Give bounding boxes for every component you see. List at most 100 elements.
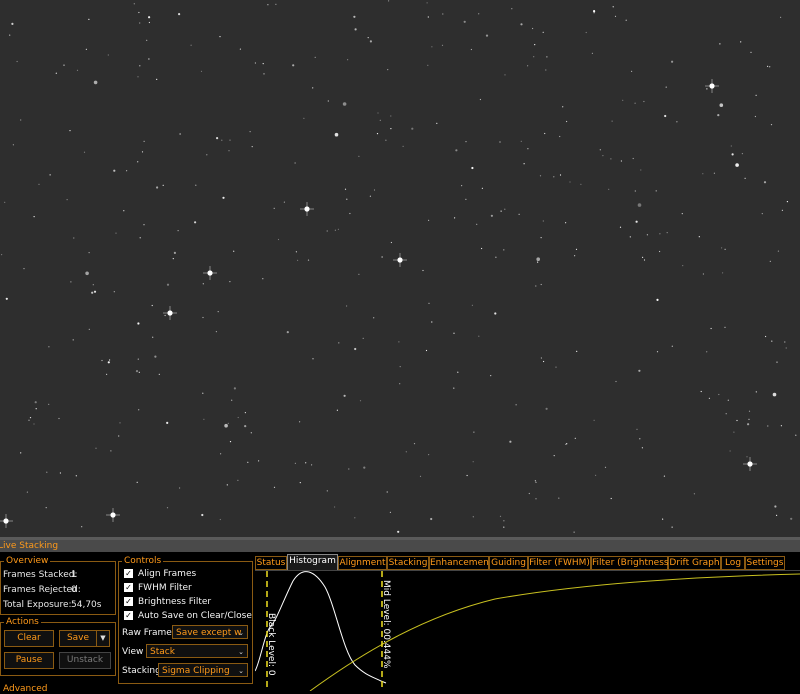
star <box>314 56 316 59</box>
star <box>471 304 473 306</box>
star <box>9 34 11 36</box>
bright-star <box>163 306 177 320</box>
tab-guiding[interactable]: Guiding <box>489 556 528 570</box>
clear-button[interactable]: Clear <box>4 630 54 647</box>
star <box>569 181 571 183</box>
star <box>430 517 433 521</box>
overview-group: Overview Frames Stacked: 1 Frames Reject… <box>0 556 116 615</box>
total-exposure-row: Total Exposure: 54,70s <box>3 600 101 610</box>
star <box>389 511 391 513</box>
tab-enhancement[interactable]: Enhancement <box>429 556 492 570</box>
total-exposure-label: Total Exposure: <box>3 600 72 610</box>
star <box>636 428 638 430</box>
star <box>580 183 582 185</box>
star <box>95 447 97 449</box>
star <box>540 237 542 239</box>
star <box>790 517 793 520</box>
star <box>754 115 757 118</box>
pause-button[interactable]: Pause <box>4 652 54 669</box>
star <box>123 210 125 212</box>
star <box>428 302 430 304</box>
star <box>442 13 444 15</box>
star <box>479 98 481 101</box>
raw-frames-label: Raw Frames <box>122 628 177 638</box>
star <box>436 122 438 124</box>
brightness-filter-checkbox[interactable]: ✓ <box>124 597 133 606</box>
auto-save-checkbox[interactable]: ✓ <box>124 611 133 620</box>
star <box>746 456 748 458</box>
save-dropdown-button[interactable]: ▼ <box>96 630 110 647</box>
star <box>777 250 780 252</box>
star <box>377 112 379 114</box>
star <box>428 454 430 456</box>
star <box>139 22 141 24</box>
star <box>730 145 732 147</box>
tab-settings[interactable]: Settings <box>745 556 785 570</box>
star <box>769 260 771 262</box>
stacked-image-view[interactable] <box>0 0 800 537</box>
star <box>509 440 512 443</box>
tab-stacking[interactable]: Stacking <box>387 556 429 570</box>
star <box>373 189 376 191</box>
star <box>118 435 120 437</box>
star <box>399 383 401 385</box>
star <box>23 268 25 270</box>
black-level-label: Black Level: 0 <box>266 613 276 676</box>
histogram-plot: Black Level: 0 Mid Level: 00.444% <box>255 571 800 691</box>
star <box>16 60 18 63</box>
tab-status[interactable]: Status <box>255 556 287 570</box>
histogram-view[interactable]: Black Level: 0 Mid Level: 00.444% <box>255 570 800 691</box>
star <box>729 450 731 452</box>
star <box>655 190 657 192</box>
tab-filter-fwhm[interactable]: Filter (FWHM) <box>528 556 591 570</box>
star <box>20 119 22 121</box>
tab-log[interactable]: Log <box>721 556 745 570</box>
tab-alignment[interactable]: Alignment <box>338 556 387 570</box>
star <box>546 56 548 58</box>
star <box>772 392 777 397</box>
save-button[interactable]: Save <box>59 630 97 647</box>
raw-frames-select[interactable]: Save except w ⌄ <box>172 625 248 639</box>
star <box>229 441 232 443</box>
star <box>562 106 564 108</box>
star <box>640 169 642 171</box>
star <box>200 70 203 72</box>
star <box>312 87 314 89</box>
star <box>566 443 568 445</box>
star <box>646 234 649 236</box>
star <box>237 479 239 481</box>
stacking-select[interactable]: Sigma Clipping ⌄ <box>158 663 248 677</box>
bright-star <box>0 514 13 528</box>
star <box>503 526 505 528</box>
star <box>755 391 757 393</box>
star <box>663 475 666 477</box>
unstack-button[interactable]: Unstack <box>59 652 111 669</box>
star <box>390 128 392 130</box>
align-frames-checkbox[interactable]: ✓ <box>124 569 133 578</box>
tab-filter-brightness[interactable]: Filter (Brightness) <box>591 556 672 570</box>
star <box>595 474 597 476</box>
view-select[interactable]: Stack ⌄ <box>146 644 248 658</box>
star <box>162 184 164 186</box>
star <box>363 466 366 469</box>
star <box>354 347 357 351</box>
star <box>231 399 233 401</box>
fwhm-filter-checkbox[interactable]: ✓ <box>124 583 133 592</box>
tab-drift-graph[interactable]: Drift Graph <box>668 556 721 570</box>
star <box>602 155 604 157</box>
star <box>785 347 787 349</box>
bright-star <box>106 508 120 522</box>
star <box>747 423 750 426</box>
star <box>681 213 683 215</box>
star <box>576 350 578 352</box>
star <box>740 41 742 43</box>
star <box>574 255 576 257</box>
star <box>347 59 349 61</box>
star <box>136 481 138 483</box>
tab-histogram[interactable]: Histogram <box>287 554 338 570</box>
star <box>776 361 778 363</box>
star <box>172 258 174 260</box>
star <box>70 281 72 283</box>
star <box>553 455 555 457</box>
star <box>349 212 351 215</box>
